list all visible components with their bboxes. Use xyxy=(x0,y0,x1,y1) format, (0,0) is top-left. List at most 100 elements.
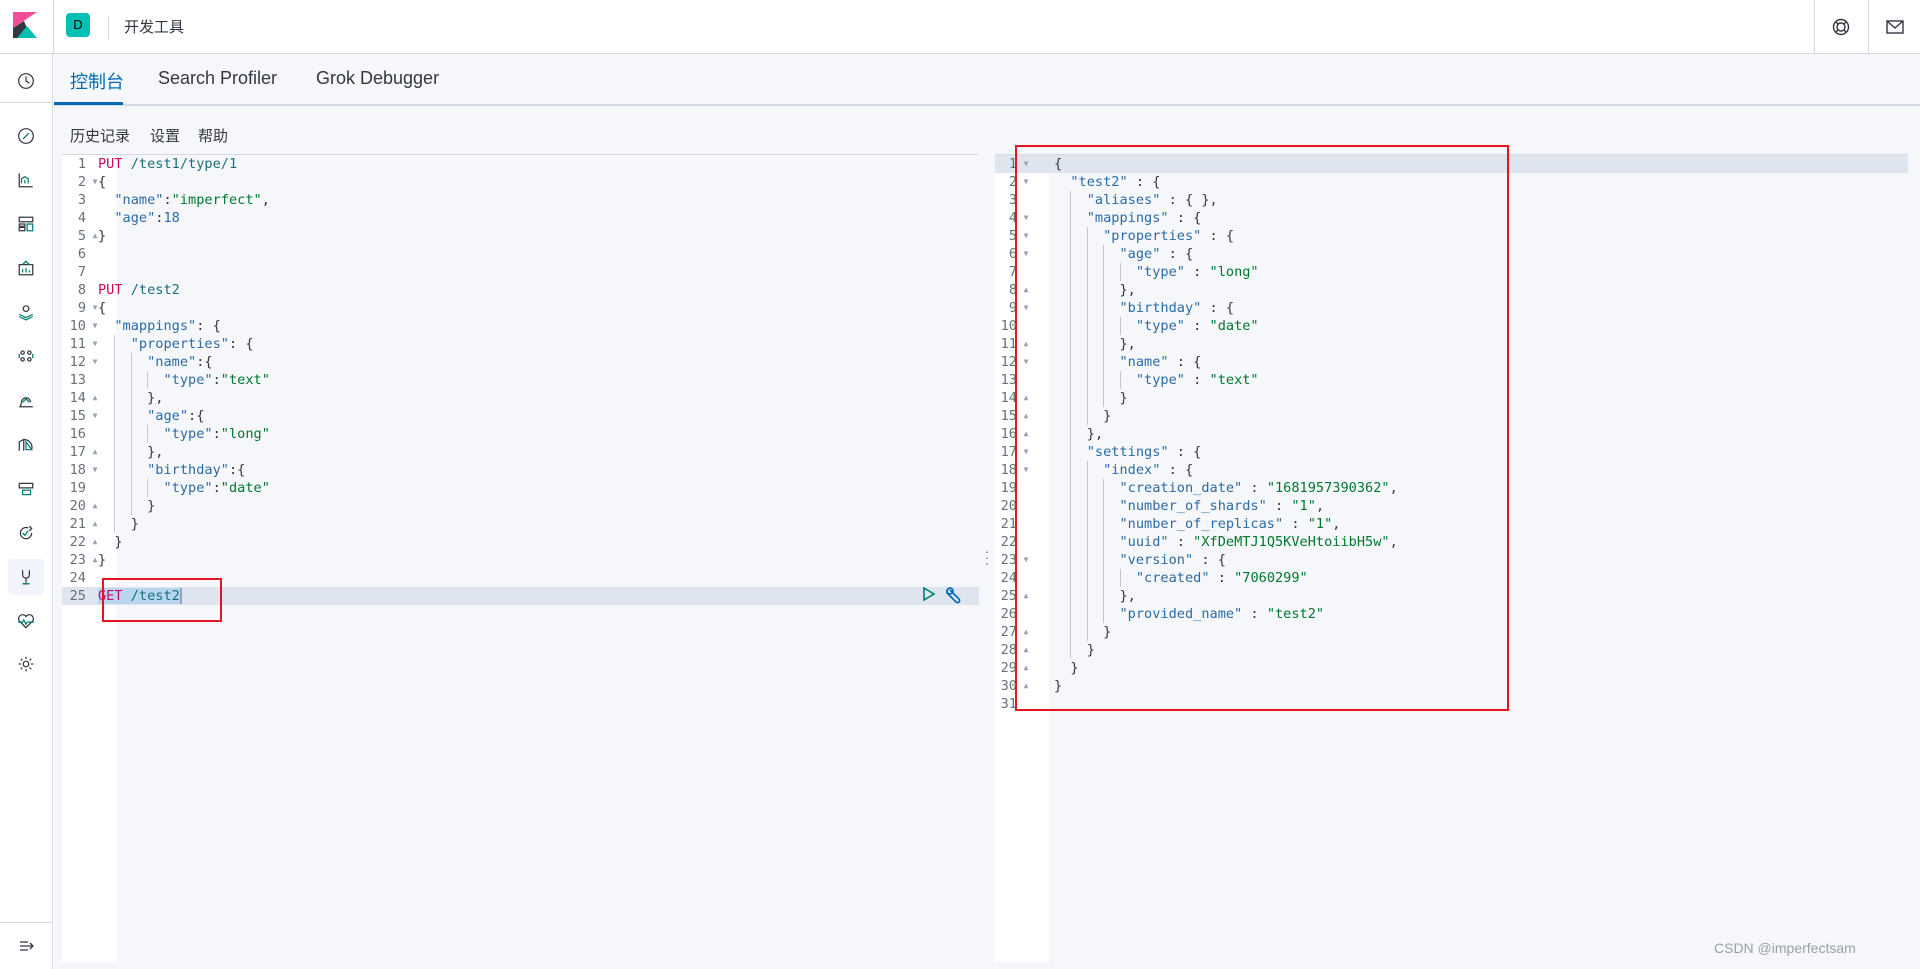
play-icon[interactable] xyxy=(922,586,936,602)
line-number: 13 xyxy=(1000,372,1017,388)
code-line[interactable]: 20 ▲ } xyxy=(62,497,979,515)
code-line[interactable]: 8 PUT /test2 xyxy=(62,281,979,299)
code-line[interactable]: 9 ▼{ xyxy=(62,299,979,317)
nav-item-compass[interactable] xyxy=(8,118,44,154)
code-text: }, xyxy=(147,390,164,406)
line-number: 22 xyxy=(1000,534,1017,550)
code-line[interactable]: 19 "type":"date" xyxy=(62,479,979,497)
line-number: 21 xyxy=(69,516,86,532)
nav-item-visualize[interactable] xyxy=(8,162,44,198)
code-text: "type":"text" xyxy=(163,372,270,388)
nav-item-management[interactable] xyxy=(8,646,44,682)
code-line[interactable]: 10 ▼ "mappings": { xyxy=(62,317,979,335)
nav-item-uptime[interactable] xyxy=(8,515,44,551)
line-number: 5 xyxy=(77,228,86,244)
code-text: }, xyxy=(147,444,164,460)
code-line[interactable]: 4 "age":18 xyxy=(62,209,979,227)
tab-console[interactable]: 控制台 xyxy=(70,68,124,94)
line-number: 3 xyxy=(1008,192,1017,208)
code-line[interactable]: 1 PUT /test1/type/1 xyxy=(62,155,979,173)
code-line[interactable]: 13 "type":"text" xyxy=(62,371,979,389)
line-number: 24 xyxy=(69,570,86,586)
code-line[interactable]: 12 ▼ "name":{ xyxy=(62,353,979,371)
code-line[interactable]: 7 xyxy=(62,263,979,281)
line-number: 7 xyxy=(77,264,86,280)
code-line[interactable]: 16 "type":"long" xyxy=(62,425,979,443)
code-line[interactable]: 18 ▼ "birthday":{ xyxy=(62,461,979,479)
compass-icon xyxy=(18,128,34,144)
nav-item-canvas[interactable] xyxy=(8,250,44,286)
code-text: } xyxy=(114,534,123,550)
code-text: { xyxy=(98,300,107,316)
code-line[interactable]: 6 xyxy=(62,245,979,263)
menu-settings[interactable]: 设置 xyxy=(150,125,180,146)
menu-history[interactable]: 历史记录 xyxy=(70,125,130,146)
request-editor[interactable]: 1 PUT /test1/type/1 2 ▼{3 "name":"imperfect… xyxy=(62,154,979,962)
line-number: 1 xyxy=(1008,156,1017,172)
code-line[interactable]: 11 ▼ "properties": { xyxy=(62,335,979,353)
menu-help[interactable]: 帮助 xyxy=(198,125,228,146)
nav-item-maps[interactable] xyxy=(8,294,44,330)
apm-icon xyxy=(18,482,34,496)
code-text: { xyxy=(98,174,107,190)
console-menu: 历史记录 设置 帮助 xyxy=(54,106,1920,154)
tab-search-profiler[interactable]: Search Profiler xyxy=(158,68,277,89)
code-text: PUT /test2 xyxy=(98,282,180,298)
line-number: 23 xyxy=(1000,552,1017,568)
line-number: 21 xyxy=(1000,516,1017,532)
collapse-nav-icon xyxy=(19,941,34,951)
line-number: 1 xyxy=(77,156,86,172)
line-number: 9 xyxy=(77,300,86,316)
nav-item-machine-learning[interactable] xyxy=(8,338,44,374)
line-number: 18 xyxy=(69,462,86,478)
line-number: 26 xyxy=(1000,606,1017,622)
wrench-icon[interactable] xyxy=(944,586,962,604)
pane-resizer[interactable]: · · · xyxy=(984,544,990,570)
code-line[interactable]: 23 ▲} xyxy=(62,551,979,569)
line-number: 8 xyxy=(1008,282,1017,298)
code-text: "properties": { xyxy=(130,336,254,352)
code-line[interactable]: 3 "name":"imperfect", xyxy=(62,191,979,209)
nav-item-dashboard[interactable] xyxy=(8,206,44,242)
code-line[interactable]: 14 ▲ }, xyxy=(62,389,979,407)
line-number: 16 xyxy=(1000,426,1017,442)
mail-icon[interactable] xyxy=(1882,14,1908,40)
code-line[interactable]: 15 ▼ "age":{ xyxy=(62,407,979,425)
nav-item-monitoring[interactable] xyxy=(8,603,44,639)
maps-icon xyxy=(18,305,34,321)
code-text: "type":"date" xyxy=(163,480,270,496)
nav-item-infrastructure[interactable] xyxy=(8,382,44,418)
dashboard-icon xyxy=(18,216,34,232)
space-avatar[interactable]: D xyxy=(66,13,90,37)
nav-item-apm[interactable] xyxy=(8,471,44,507)
line-number: 6 xyxy=(1008,246,1017,262)
line-number: 12 xyxy=(69,354,86,370)
canvas-icon xyxy=(18,260,34,276)
nav-item-logs[interactable] xyxy=(8,426,44,462)
code-line[interactable]: 21 ▲ } xyxy=(62,515,979,533)
tab-grok-debugger[interactable]: Grok Debugger xyxy=(316,68,439,89)
line-number: 29 xyxy=(1000,660,1017,676)
line-number: 4 xyxy=(1008,210,1017,226)
code-line[interactable]: 5 ▲} xyxy=(62,227,979,245)
nav-item-dev-tools[interactable] xyxy=(8,559,44,595)
code-text: "name":{ xyxy=(147,354,213,370)
help-icon[interactable] xyxy=(1828,14,1854,40)
top-header: D 开发工具 xyxy=(0,0,1920,54)
left-nav xyxy=(0,54,53,969)
visualize-icon xyxy=(18,173,33,188)
header-divider xyxy=(1814,0,1815,53)
line-number: 19 xyxy=(1000,480,1017,496)
kibana-logo[interactable] xyxy=(13,12,37,38)
line-number: 31 xyxy=(1000,696,1017,712)
code-line[interactable]: 2 ▼{ xyxy=(62,173,979,191)
nav-item-clock[interactable] xyxy=(8,63,44,99)
line-number: 22 xyxy=(69,534,86,550)
line-number: 19 xyxy=(69,480,86,496)
line-number: 20 xyxy=(1000,498,1017,514)
code-line[interactable]: 17 ▲ }, xyxy=(62,443,979,461)
collapse-nav-button[interactable] xyxy=(0,922,53,969)
line-number: 14 xyxy=(69,390,86,406)
watermark: CSDN @imperfectsam xyxy=(1714,940,1856,956)
code-line[interactable]: 22 ▲ } xyxy=(62,533,979,551)
